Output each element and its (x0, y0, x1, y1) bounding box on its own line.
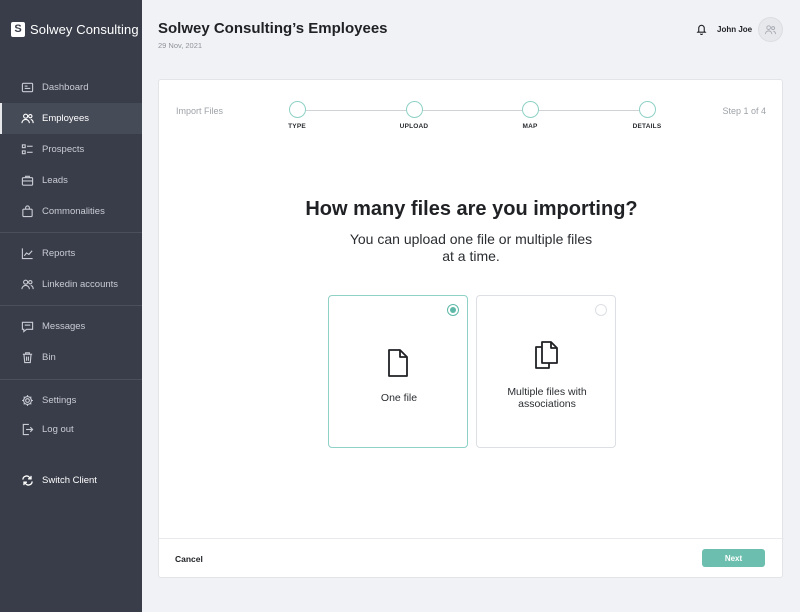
option-radio[interactable] (595, 304, 607, 316)
chat-icon (21, 321, 34, 333)
sidebar-item-label: Settings (42, 395, 77, 406)
step-map[interactable]: MAP (500, 101, 560, 130)
stepper-line (297, 110, 647, 111)
sidebar-item-label: Employees (42, 113, 89, 124)
option-radio[interactable] (447, 304, 459, 316)
sidebar-item-leads[interactable]: Leads (0, 165, 142, 196)
step-circle (638, 101, 656, 118)
users-icon (21, 113, 34, 124)
option-label: One file (380, 392, 418, 404)
avatar[interactable] (758, 17, 783, 42)
wizard-question: How many files are you importing? (305, 198, 638, 220)
wizard-subtext: You can upload one file or multiple file… (349, 231, 593, 264)
switch-client-label: Switch Client (42, 475, 97, 486)
step-details[interactable]: DETAILS (617, 101, 677, 130)
sidebar-item-reports[interactable]: Reports (0, 238, 142, 269)
step-type[interactable]: TYPE (267, 101, 327, 130)
step-label: TYPE (288, 123, 306, 130)
briefcase-icon (21, 175, 34, 186)
users-icon (21, 279, 34, 290)
bell-icon[interactable] (696, 23, 707, 35)
sidebar-item-label: Log out (42, 424, 74, 435)
chart-icon (21, 248, 33, 260)
logout-icon (22, 423, 34, 436)
sidebar-item-commonalities[interactable]: Commonalities (0, 196, 142, 227)
option-one-file[interactable]: One file (328, 295, 468, 448)
sidebar: S Solwey Consulting Dashboard Employees … (0, 0, 142, 612)
checklist-icon (21, 144, 33, 155)
bag-icon (22, 205, 33, 218)
import-wizard-card: Import Files Step 1 of 4 TYPE UPLOAD MAP… (158, 79, 784, 578)
sidebar-item-label: Reports (42, 248, 76, 259)
sidebar-item-label: Messages (42, 321, 86, 332)
step-label: MAP (522, 123, 538, 130)
files-icon (535, 341, 558, 369)
sidebar-item-label: Linkedin accounts (42, 279, 119, 290)
option-label: Multiple files with associations (507, 386, 587, 410)
step-label: UPLOAD (399, 123, 429, 130)
cancel-button[interactable]: Cancel (175, 554, 203, 564)
user-name[interactable]: John Joe (717, 25, 752, 34)
sidebar-item-prospects[interactable]: Prospects (0, 134, 142, 165)
sidebar-divider (0, 305, 142, 306)
step-label: DETAILS (632, 123, 662, 130)
step-upload[interactable]: UPLOAD (384, 101, 444, 130)
sidebar-item-logout[interactable]: Log out (0, 414, 142, 445)
sidebar-item-label: Commonalities (42, 206, 105, 217)
step-circle (405, 101, 423, 118)
sidebar-item-label: Bin (42, 352, 56, 363)
sidebar-item-label: Dashboard (42, 82, 89, 93)
sidebar-divider (0, 379, 142, 380)
sidebar-item-settings[interactable]: Settings (0, 385, 142, 416)
user-avatar-icon (764, 25, 777, 35)
card-footer-divider (159, 538, 784, 539)
step-circle (288, 101, 306, 118)
sidebar-item-linkedin-accounts[interactable]: Linkedin accounts (0, 269, 142, 300)
file-icon (388, 349, 408, 377)
sidebar-item-label: Prospects (42, 144, 85, 155)
option-multiple-files[interactable]: Multiple files with associations (476, 295, 616, 448)
switch-client-button[interactable]: Switch Client (0, 465, 142, 496)
sidebar-item-employees[interactable]: Employees (0, 103, 142, 134)
switch-icon (22, 475, 33, 486)
sidebar-item-label: Leads (42, 175, 68, 186)
brand[interactable]: S Solwey Consulting (11, 22, 139, 37)
sidebar-divider (0, 232, 142, 233)
sidebar-item-messages[interactable]: Messages (0, 311, 142, 342)
wizard-label: Import Files (176, 106, 224, 116)
step-circle (521, 101, 539, 118)
gear-icon (22, 395, 33, 406)
brand-name: Solwey Consulting (30, 22, 139, 37)
page-title: Solwey Consulting’s Employees (158, 20, 388, 37)
brand-logo-icon: S (11, 22, 25, 37)
trash-icon (22, 352, 33, 364)
step-counter: Step 1 of 4 (722, 106, 766, 116)
next-button[interactable]: Next (702, 549, 765, 567)
sidebar-item-bin[interactable]: Bin (0, 342, 142, 373)
dashboard-icon (21, 82, 34, 93)
sidebar-item-dashboard[interactable]: Dashboard (0, 72, 142, 103)
page-date: 29 Nov, 2021 (158, 41, 203, 50)
